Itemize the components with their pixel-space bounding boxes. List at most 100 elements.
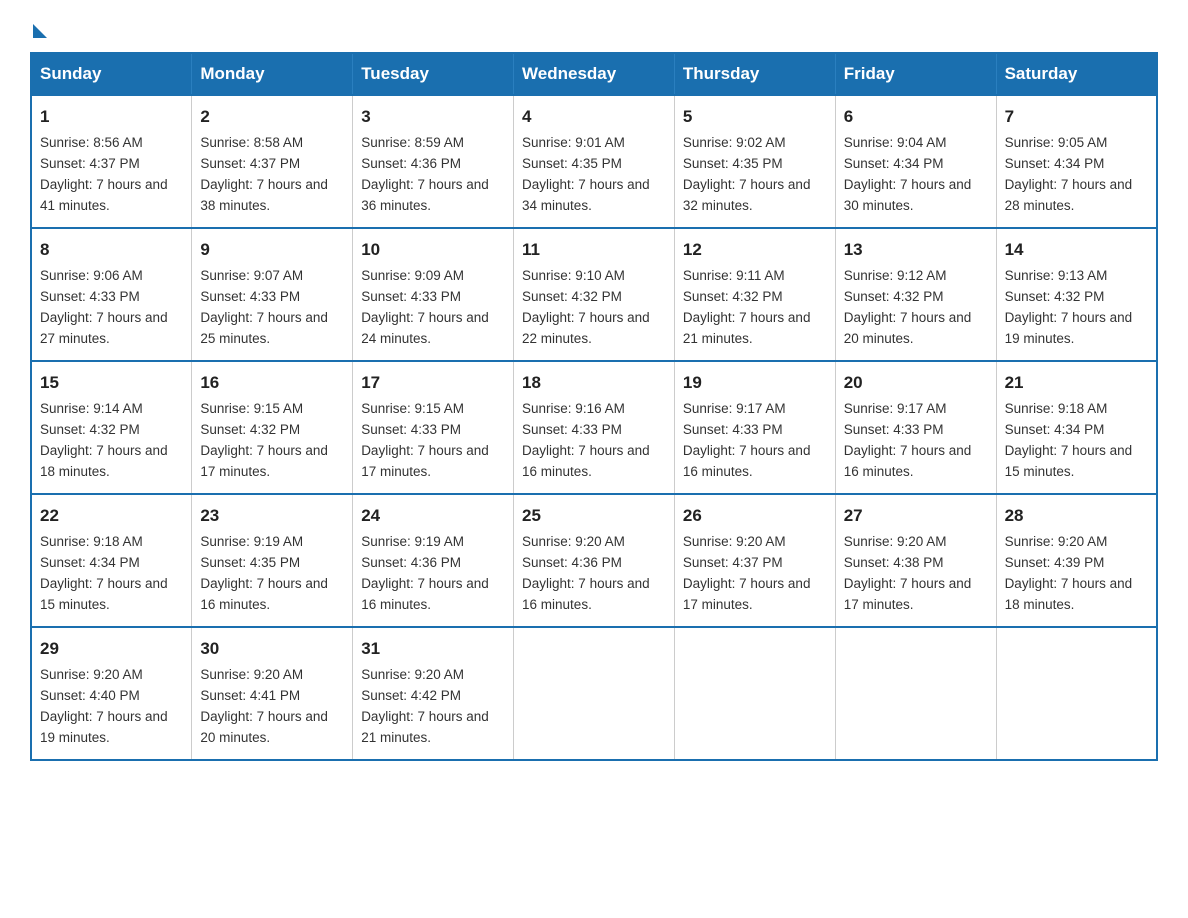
day-number: 17 <box>361 370 505 396</box>
calendar-cell: 20 Sunrise: 9:17 AMSunset: 4:33 PMDaylig… <box>835 361 996 494</box>
day-number: 28 <box>1005 503 1148 529</box>
calendar-cell: 22 Sunrise: 9:18 AMSunset: 4:34 PMDaylig… <box>31 494 192 627</box>
day-info: Sunrise: 9:20 AMSunset: 4:36 PMDaylight:… <box>522 534 650 612</box>
day-info: Sunrise: 9:05 AMSunset: 4:34 PMDaylight:… <box>1005 135 1133 213</box>
calendar-cell: 24 Sunrise: 9:19 AMSunset: 4:36 PMDaylig… <box>353 494 514 627</box>
calendar-cell: 31 Sunrise: 9:20 AMSunset: 4:42 PMDaylig… <box>353 627 514 760</box>
day-info: Sunrise: 9:20 AMSunset: 4:37 PMDaylight:… <box>683 534 811 612</box>
calendar-table: SundayMondayTuesdayWednesdayThursdayFrid… <box>30 52 1158 761</box>
calendar-cell: 27 Sunrise: 9:20 AMSunset: 4:38 PMDaylig… <box>835 494 996 627</box>
calendar-cell: 25 Sunrise: 9:20 AMSunset: 4:36 PMDaylig… <box>514 494 675 627</box>
day-number: 31 <box>361 636 505 662</box>
day-info: Sunrise: 9:16 AMSunset: 4:33 PMDaylight:… <box>522 401 650 479</box>
day-number: 3 <box>361 104 505 130</box>
calendar-cell: 7 Sunrise: 9:05 AMSunset: 4:34 PMDayligh… <box>996 95 1157 228</box>
calendar-cell: 19 Sunrise: 9:17 AMSunset: 4:33 PMDaylig… <box>674 361 835 494</box>
day-info: Sunrise: 9:19 AMSunset: 4:36 PMDaylight:… <box>361 534 489 612</box>
day-number: 19 <box>683 370 827 396</box>
day-info: Sunrise: 9:19 AMSunset: 4:35 PMDaylight:… <box>200 534 328 612</box>
day-info: Sunrise: 9:18 AMSunset: 4:34 PMDaylight:… <box>40 534 168 612</box>
day-number: 27 <box>844 503 988 529</box>
day-number: 8 <box>40 237 183 263</box>
calendar-cell <box>835 627 996 760</box>
weekday-header-sunday: Sunday <box>31 53 192 95</box>
calendar-week-row: 29 Sunrise: 9:20 AMSunset: 4:40 PMDaylig… <box>31 627 1157 760</box>
day-number: 1 <box>40 104 183 130</box>
calendar-cell: 15 Sunrise: 9:14 AMSunset: 4:32 PMDaylig… <box>31 361 192 494</box>
page-header <box>30 20 1158 34</box>
day-number: 9 <box>200 237 344 263</box>
calendar-cell: 23 Sunrise: 9:19 AMSunset: 4:35 PMDaylig… <box>192 494 353 627</box>
day-info: Sunrise: 9:20 AMSunset: 4:42 PMDaylight:… <box>361 667 489 745</box>
calendar-cell: 2 Sunrise: 8:58 AMSunset: 4:37 PMDayligh… <box>192 95 353 228</box>
day-number: 14 <box>1005 237 1148 263</box>
weekday-header-tuesday: Tuesday <box>353 53 514 95</box>
day-number: 21 <box>1005 370 1148 396</box>
day-number: 13 <box>844 237 988 263</box>
day-info: Sunrise: 9:17 AMSunset: 4:33 PMDaylight:… <box>844 401 972 479</box>
day-number: 10 <box>361 237 505 263</box>
day-info: Sunrise: 9:20 AMSunset: 4:39 PMDaylight:… <box>1005 534 1133 612</box>
weekday-header-friday: Friday <box>835 53 996 95</box>
day-number: 30 <box>200 636 344 662</box>
day-number: 4 <box>522 104 666 130</box>
calendar-cell: 6 Sunrise: 9:04 AMSunset: 4:34 PMDayligh… <box>835 95 996 228</box>
calendar-cell: 17 Sunrise: 9:15 AMSunset: 4:33 PMDaylig… <box>353 361 514 494</box>
day-number: 15 <box>40 370 183 396</box>
calendar-cell: 8 Sunrise: 9:06 AMSunset: 4:33 PMDayligh… <box>31 228 192 361</box>
day-info: Sunrise: 9:04 AMSunset: 4:34 PMDaylight:… <box>844 135 972 213</box>
day-info: Sunrise: 8:59 AMSunset: 4:36 PMDaylight:… <box>361 135 489 213</box>
day-number: 2 <box>200 104 344 130</box>
day-number: 16 <box>200 370 344 396</box>
day-info: Sunrise: 9:20 AMSunset: 4:38 PMDaylight:… <box>844 534 972 612</box>
weekday-header-thursday: Thursday <box>674 53 835 95</box>
day-info: Sunrise: 9:01 AMSunset: 4:35 PMDaylight:… <box>522 135 650 213</box>
calendar-cell: 4 Sunrise: 9:01 AMSunset: 4:35 PMDayligh… <box>514 95 675 228</box>
day-number: 7 <box>1005 104 1148 130</box>
day-info: Sunrise: 9:14 AMSunset: 4:32 PMDaylight:… <box>40 401 168 479</box>
calendar-cell: 28 Sunrise: 9:20 AMSunset: 4:39 PMDaylig… <box>996 494 1157 627</box>
calendar-cell <box>514 627 675 760</box>
day-number: 29 <box>40 636 183 662</box>
logo <box>30 20 47 34</box>
weekday-header-monday: Monday <box>192 53 353 95</box>
calendar-cell: 5 Sunrise: 9:02 AMSunset: 4:35 PMDayligh… <box>674 95 835 228</box>
logo-arrow-icon <box>33 24 47 38</box>
day-info: Sunrise: 9:17 AMSunset: 4:33 PMDaylight:… <box>683 401 811 479</box>
day-number: 11 <box>522 237 666 263</box>
calendar-cell <box>996 627 1157 760</box>
day-number: 12 <box>683 237 827 263</box>
day-number: 26 <box>683 503 827 529</box>
day-info: Sunrise: 9:15 AMSunset: 4:33 PMDaylight:… <box>361 401 489 479</box>
day-number: 6 <box>844 104 988 130</box>
day-info: Sunrise: 9:18 AMSunset: 4:34 PMDaylight:… <box>1005 401 1133 479</box>
calendar-cell: 13 Sunrise: 9:12 AMSunset: 4:32 PMDaylig… <box>835 228 996 361</box>
day-number: 5 <box>683 104 827 130</box>
calendar-week-row: 1 Sunrise: 8:56 AMSunset: 4:37 PMDayligh… <box>31 95 1157 228</box>
day-number: 22 <box>40 503 183 529</box>
calendar-cell: 29 Sunrise: 9:20 AMSunset: 4:40 PMDaylig… <box>31 627 192 760</box>
day-info: Sunrise: 9:02 AMSunset: 4:35 PMDaylight:… <box>683 135 811 213</box>
calendar-cell: 14 Sunrise: 9:13 AMSunset: 4:32 PMDaylig… <box>996 228 1157 361</box>
day-number: 18 <box>522 370 666 396</box>
day-info: Sunrise: 8:58 AMSunset: 4:37 PMDaylight:… <box>200 135 328 213</box>
calendar-cell: 3 Sunrise: 8:59 AMSunset: 4:36 PMDayligh… <box>353 95 514 228</box>
day-info: Sunrise: 9:13 AMSunset: 4:32 PMDaylight:… <box>1005 268 1133 346</box>
day-number: 23 <box>200 503 344 529</box>
day-number: 20 <box>844 370 988 396</box>
calendar-cell: 21 Sunrise: 9:18 AMSunset: 4:34 PMDaylig… <box>996 361 1157 494</box>
calendar-cell: 16 Sunrise: 9:15 AMSunset: 4:32 PMDaylig… <box>192 361 353 494</box>
day-info: Sunrise: 9:20 AMSunset: 4:40 PMDaylight:… <box>40 667 168 745</box>
calendar-week-row: 15 Sunrise: 9:14 AMSunset: 4:32 PMDaylig… <box>31 361 1157 494</box>
day-info: Sunrise: 9:20 AMSunset: 4:41 PMDaylight:… <box>200 667 328 745</box>
calendar-cell: 30 Sunrise: 9:20 AMSunset: 4:41 PMDaylig… <box>192 627 353 760</box>
calendar-cell: 9 Sunrise: 9:07 AMSunset: 4:33 PMDayligh… <box>192 228 353 361</box>
calendar-cell: 18 Sunrise: 9:16 AMSunset: 4:33 PMDaylig… <box>514 361 675 494</box>
day-info: Sunrise: 9:06 AMSunset: 4:33 PMDaylight:… <box>40 268 168 346</box>
day-info: Sunrise: 9:10 AMSunset: 4:32 PMDaylight:… <box>522 268 650 346</box>
calendar-cell: 1 Sunrise: 8:56 AMSunset: 4:37 PMDayligh… <box>31 95 192 228</box>
day-info: Sunrise: 9:07 AMSunset: 4:33 PMDaylight:… <box>200 268 328 346</box>
day-info: Sunrise: 9:11 AMSunset: 4:32 PMDaylight:… <box>683 268 811 346</box>
calendar-week-row: 8 Sunrise: 9:06 AMSunset: 4:33 PMDayligh… <box>31 228 1157 361</box>
calendar-cell: 12 Sunrise: 9:11 AMSunset: 4:32 PMDaylig… <box>674 228 835 361</box>
